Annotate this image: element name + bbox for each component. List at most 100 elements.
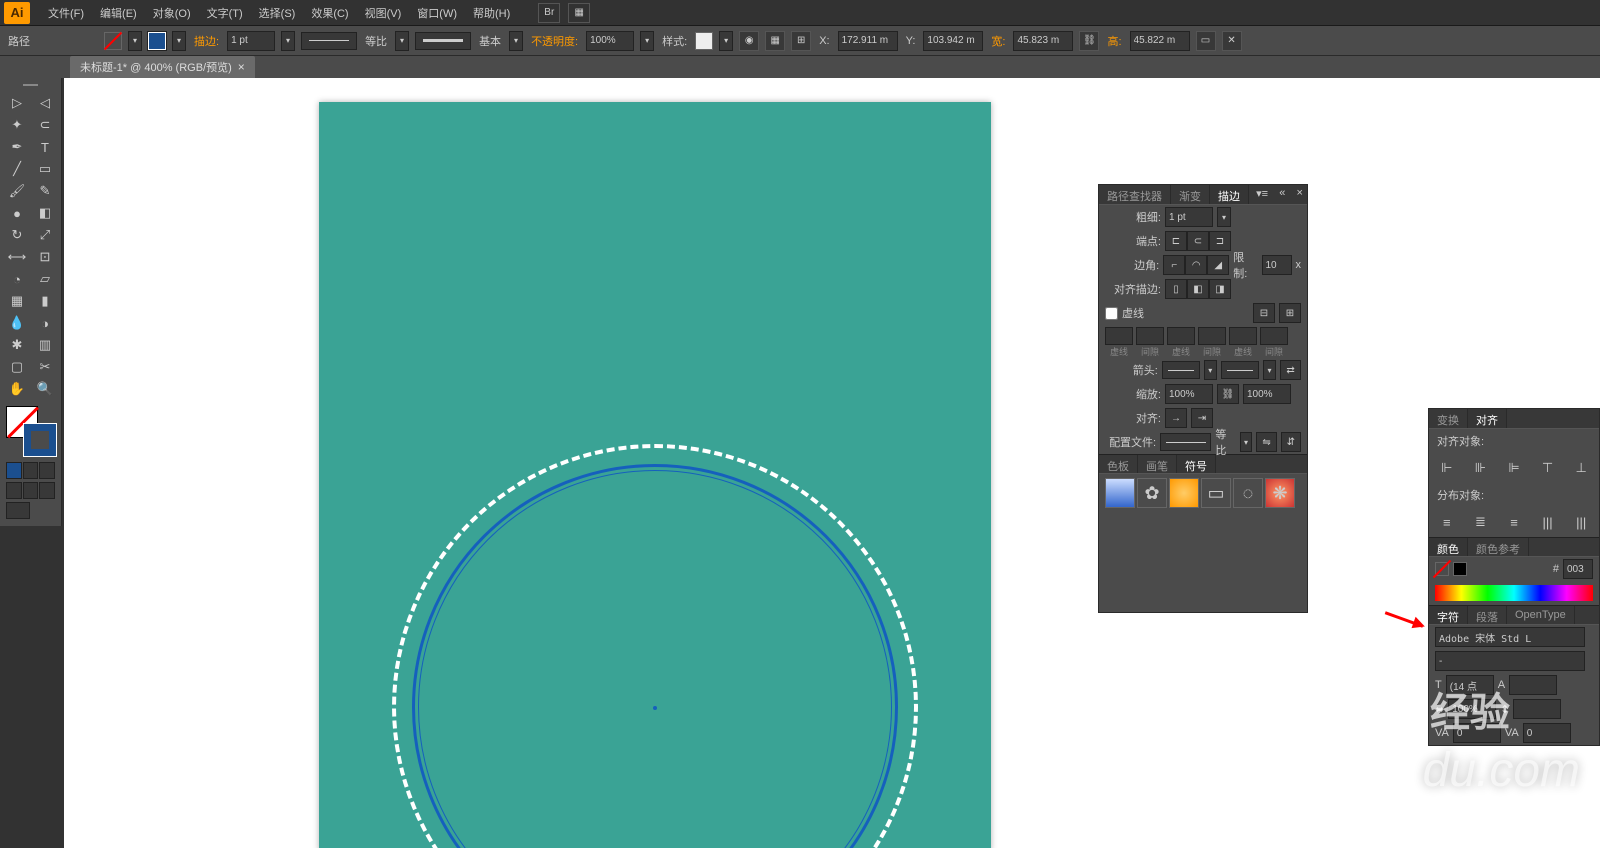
align-icon[interactable]: ▦ [765, 31, 785, 51]
eyedropper-tool[interactable]: 💧 [3, 312, 31, 334]
constrain-icon[interactable]: ✕ [1222, 31, 1242, 51]
blob-brush-tool[interactable]: ● [3, 202, 31, 224]
profile-dropdown[interactable]: ▾ [395, 31, 409, 51]
arrow-end[interactable] [1221, 361, 1259, 379]
screen-mode-btn[interactable] [6, 502, 30, 519]
menu-edit[interactable]: 编辑(E) [92, 0, 145, 26]
mesh-tool[interactable]: ▦ [3, 290, 31, 312]
document-tab[interactable]: 未标题-1* @ 400% (RGB/预览) × [70, 56, 255, 78]
shape-icon[interactable]: ▭ [1196, 31, 1216, 51]
artboard-tool[interactable]: ▢ [3, 356, 31, 378]
arrange-icon[interactable]: ▦ [568, 3, 590, 23]
profile-select[interactable] [1160, 433, 1211, 451]
symbol-5[interactable]: ◌ [1233, 478, 1263, 508]
perspective-tool[interactable]: ▱ [31, 268, 59, 290]
menu-object[interactable]: 对象(O) [145, 0, 199, 26]
align-center-btn[interactable]: ▯ [1165, 279, 1187, 299]
gradient-tab[interactable]: 渐变 [1171, 185, 1210, 204]
link-wh-icon[interactable]: ⛓ [1079, 31, 1099, 51]
x-input[interactable] [838, 31, 898, 51]
stroke-dropdown[interactable]: ▾ [172, 31, 186, 51]
menu-effect[interactable]: 效果(C) [303, 0, 356, 26]
stroke-weight-input[interactable] [227, 31, 275, 51]
width-tool[interactable]: ⟷ [3, 246, 31, 268]
stroke-weight-dropdown[interactable]: ▾ [281, 31, 295, 51]
opentype-tab[interactable]: OpenType [1507, 606, 1575, 624]
transform-tab[interactable]: 变换 [1429, 409, 1468, 428]
cap-square-btn[interactable]: ⊐ [1209, 231, 1231, 251]
gap-3[interactable] [1260, 327, 1288, 345]
hand-tool[interactable]: ✋ [3, 378, 31, 400]
align-hcenter-btn[interactable]: ⊪ [1471, 459, 1491, 477]
character-tab[interactable]: 字符 [1429, 606, 1468, 624]
pencil-tool[interactable]: ✎ [31, 180, 59, 202]
gradient-mode-btn[interactable] [23, 462, 39, 479]
scale-start-input[interactable] [1165, 384, 1213, 404]
menu-type[interactable]: 文字(T) [199, 0, 251, 26]
weight-input[interactable] [1165, 207, 1213, 227]
align-tab[interactable]: 对齐 [1468, 409, 1507, 428]
rectangle-tool[interactable]: ▭ [31, 158, 59, 180]
h-input[interactable] [1130, 31, 1190, 51]
profile-preview[interactable] [301, 32, 357, 50]
hex-input[interactable] [1563, 559, 1593, 579]
arrow-start[interactable] [1162, 361, 1200, 379]
fill-swatch[interactable] [104, 32, 122, 50]
pathfinder-tab[interactable]: 路径查找器 [1099, 185, 1171, 204]
stroke-swatch[interactable] [148, 32, 166, 50]
selection-tool[interactable]: ▷ [3, 92, 31, 114]
color-fill-swatch[interactable] [1435, 562, 1449, 576]
align-right-btn[interactable]: ⊫ [1504, 459, 1524, 477]
align-inside-btn[interactable]: ◧ [1187, 279, 1209, 299]
draw-behind-btn[interactable] [23, 482, 39, 499]
none-mode-btn[interactable] [39, 462, 55, 479]
direct-selection-tool[interactable]: ◁ [31, 92, 59, 114]
dist-top-btn[interactable]: ≡ [1437, 513, 1457, 531]
stroke-indicator[interactable] [24, 424, 56, 456]
symbol-sprayer-tool[interactable]: ✱ [3, 334, 31, 356]
arrow-align-1[interactable]: → [1165, 408, 1187, 428]
symbol-6[interactable]: ❋ [1265, 478, 1295, 508]
pen-tool[interactable]: ✒ [3, 136, 31, 158]
dash-3[interactable] [1229, 327, 1257, 345]
draw-normal-btn[interactable] [6, 482, 22, 499]
opacity-input[interactable] [586, 31, 634, 51]
opacity-dropdown[interactable]: ▾ [640, 31, 654, 51]
line-tool[interactable]: ╱ [3, 158, 31, 180]
arrow-start-dropdown[interactable]: ▾ [1204, 360, 1217, 380]
fill-stroke-indicator[interactable] [6, 406, 56, 456]
corner-round-btn[interactable]: ◠ [1185, 255, 1207, 275]
menu-view[interactable]: 视图(V) [357, 0, 410, 26]
dist-left-btn[interactable]: ||| [1538, 513, 1558, 531]
slice-tool[interactable]: ✂ [31, 356, 59, 378]
color-stroke-swatch[interactable] [1453, 562, 1467, 576]
align-vcenter-btn[interactable]: ⊥ [1571, 459, 1591, 477]
paintbrush-tool[interactable]: 🖌 [3, 180, 31, 202]
graph-tool[interactable]: ▥ [31, 334, 59, 356]
draw-inside-btn[interactable] [39, 482, 55, 499]
align-left-btn[interactable]: ⊩ [1437, 459, 1457, 477]
zoom-tool[interactable]: 🔍 [31, 378, 59, 400]
panel-close-icon[interactable]: × [1293, 185, 1307, 204]
canvas[interactable] [64, 78, 1600, 848]
symbols-tab[interactable]: 符号 [1177, 455, 1216, 473]
w-input[interactable] [1013, 31, 1073, 51]
rotate-tool[interactable]: ↻ [3, 224, 31, 246]
stroke-tab[interactable]: 描边 [1210, 185, 1249, 204]
swap-arrows-btn[interactable]: ⇄ [1280, 360, 1301, 380]
font-family-input[interactable] [1435, 627, 1585, 647]
magic-wand-tool[interactable]: ✦ [3, 114, 31, 136]
transform-icon[interactable]: ⊞ [791, 31, 811, 51]
dist-hcenter-btn[interactable]: ||| [1571, 513, 1591, 531]
dist-vcenter-btn[interactable]: ≣ [1471, 513, 1491, 531]
gap-2[interactable] [1198, 327, 1226, 345]
bridge-icon[interactable]: Br [538, 3, 560, 23]
free-transform-tool[interactable]: ⊡ [31, 246, 59, 268]
corner-miter-btn[interactable]: ⌐ [1163, 255, 1185, 275]
tab-close-icon[interactable]: × [238, 60, 245, 74]
vscale-input[interactable] [1513, 699, 1561, 719]
gap-1[interactable] [1136, 327, 1164, 345]
menu-select[interactable]: 选择(S) [251, 0, 304, 26]
menu-file[interactable]: 文件(F) [40, 0, 92, 26]
panel-collapse-icon[interactable]: « [1275, 185, 1289, 204]
